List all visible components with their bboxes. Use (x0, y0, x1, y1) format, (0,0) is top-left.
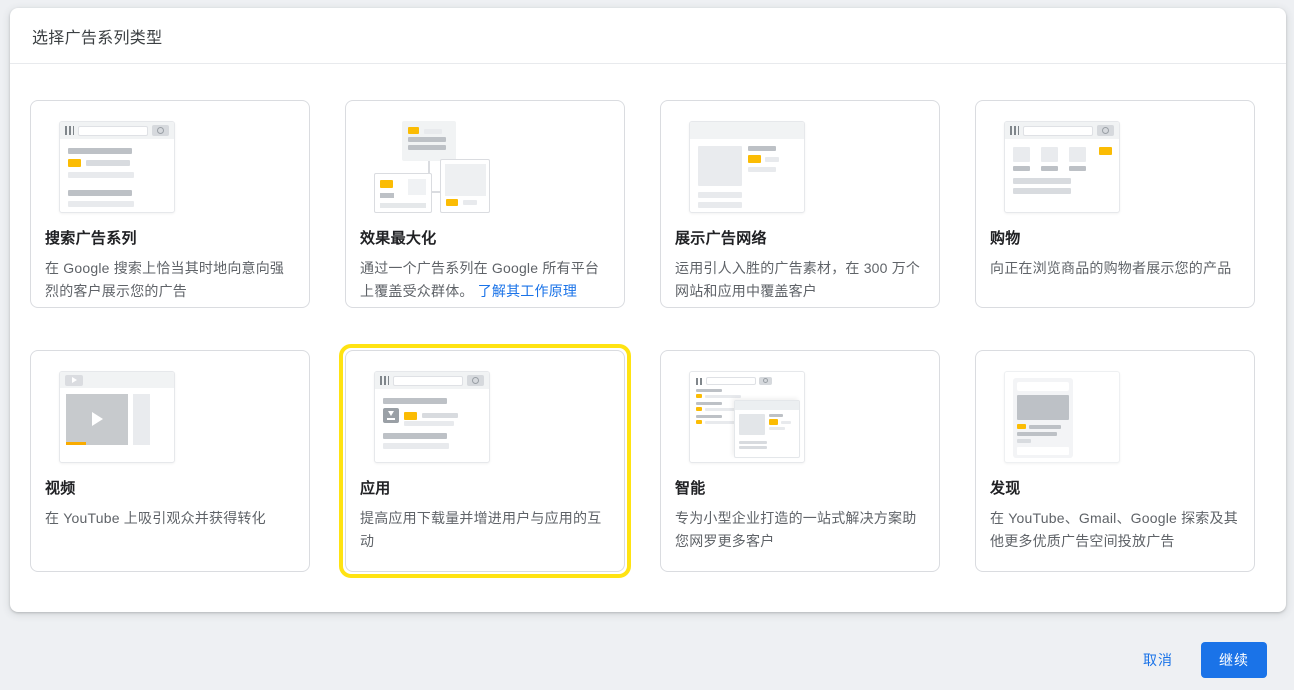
campaign-card-search[interactable]: 搜索广告系列 在 Google 搜索上恰当其时地向意向强烈的客户展示您的广告 (30, 100, 310, 308)
card-title: 展示广告网络 (675, 230, 767, 247)
learn-more-link[interactable]: 了解其工作原理 (478, 283, 577, 299)
campaign-card-display[interactable]: 展示广告网络 运用引人入胜的广告素材，在 300 万个网站和应用中覆盖客户 (660, 100, 940, 308)
campaign-card-video[interactable]: 视频 在 YouTube 上吸引观众并获得转化 (30, 350, 310, 572)
campaign-card-shopping[interactable]: 购物 向正在浏览商品的购物者展示您的产品 (975, 100, 1255, 308)
shopping-thumbnail (1004, 121, 1120, 213)
logo-bars-icon (65, 126, 74, 135)
mini-search-input (1023, 125, 1093, 136)
card-description: 提高应用下载量并增进用户与应用的互动 (360, 510, 602, 549)
campaign-card-app[interactable]: 应用 提高应用下载量并增进用户与应用的互动 (339, 344, 631, 578)
mobile-feed-card (1013, 378, 1073, 458)
mini-search-input (78, 125, 148, 136)
ad-badge (696, 420, 702, 424)
dialog-header: 选择广告系列类型 (10, 8, 1286, 64)
ad-badge (748, 155, 761, 163)
card-description: 在 YouTube、Gmail、Google 探索及其他更多优质广告空间投放广告 (990, 510, 1238, 549)
card-title: 效果最大化 (360, 230, 437, 247)
campaign-card-discovery[interactable]: 发现 在 YouTube、Gmail、Google 探索及其他更多优质广告空间投… (975, 350, 1255, 572)
campaign-type-grid: 搜索广告系列 在 Google 搜索上恰当其时地向意向强烈的客户展示您的广告 效… (10, 64, 1286, 578)
cancel-button[interactable]: 取消 (1129, 641, 1187, 679)
play-icon (65, 374, 83, 386)
dialog-footer: 取消 继续 (1129, 641, 1267, 679)
ad-badge (696, 407, 702, 411)
display-network-thumbnail (689, 121, 805, 213)
progress-bar (66, 442, 86, 445)
card-description: 在 Google 搜索上恰当其时地向意向强烈的客户展示您的广告 (45, 260, 285, 299)
download-icon (383, 408, 399, 423)
card-title: 购物 (990, 230, 1021, 247)
card-description: 通过一个广告系列在 Google 所有平台上覆盖受众群体。 了解其工作原理 (360, 260, 600, 299)
ad-badge (404, 411, 417, 420)
ad-badge (1099, 147, 1112, 155)
card-title: 发现 (990, 480, 1021, 497)
logo-bars-icon (1010, 126, 1019, 135)
app-campaign-thumbnail (374, 371, 490, 463)
card-title: 应用 (360, 480, 391, 497)
mini-search-input (706, 377, 756, 385)
ad-badge (446, 199, 458, 206)
continue-button[interactable]: 继续 (1201, 642, 1267, 678)
search-icon (467, 375, 484, 386)
campaign-type-dialog: 选择广告系列类型 搜索广告系列 在 Google 搜索上恰当其时地向意向强烈的客… (10, 8, 1286, 612)
campaign-card-smart[interactable]: 智能 专为小型企业打造的一站式解决方案助您网罗更多客户 (660, 350, 940, 572)
campaign-card-performance-max[interactable]: 效果最大化 通过一个广告系列在 Google 所有平台上覆盖受众群体。 了解其工… (345, 100, 625, 308)
search-campaign-thumbnail (59, 121, 175, 213)
search-icon (759, 377, 772, 385)
video-thumbnail (59, 371, 175, 463)
card-description: 专为小型企业打造的一站式解决方案助您网罗更多客户 (675, 510, 917, 549)
ad-badge (68, 159, 81, 167)
discovery-thumbnail (1004, 371, 1120, 463)
card-title: 搜索广告系列 (45, 230, 137, 247)
smart-campaign-thumbnail (689, 371, 805, 463)
video-player (66, 394, 128, 445)
ad-badge (380, 180, 393, 188)
logo-bars-icon (696, 377, 703, 385)
search-icon (1097, 125, 1114, 136)
logo-bars-icon (380, 376, 389, 385)
card-description: 在 YouTube 上吸引观众并获得转化 (45, 510, 266, 526)
card-description: 运用引人入胜的广告素材，在 300 万个网站和应用中覆盖客户 (675, 260, 921, 299)
performance-max-thumbnail (374, 121, 490, 213)
ad-badge (1017, 424, 1026, 429)
dialog-title: 选择广告系列类型 (32, 29, 163, 47)
card-title: 智能 (675, 480, 706, 497)
ad-badge (769, 419, 778, 425)
card-title: 视频 (45, 480, 76, 497)
mini-search-input (393, 375, 463, 386)
ad-badge (696, 394, 702, 398)
search-icon (152, 125, 169, 136)
card-description: 向正在浏览商品的购物者展示您的产品 (990, 260, 1232, 276)
ad-badge (408, 126, 419, 134)
